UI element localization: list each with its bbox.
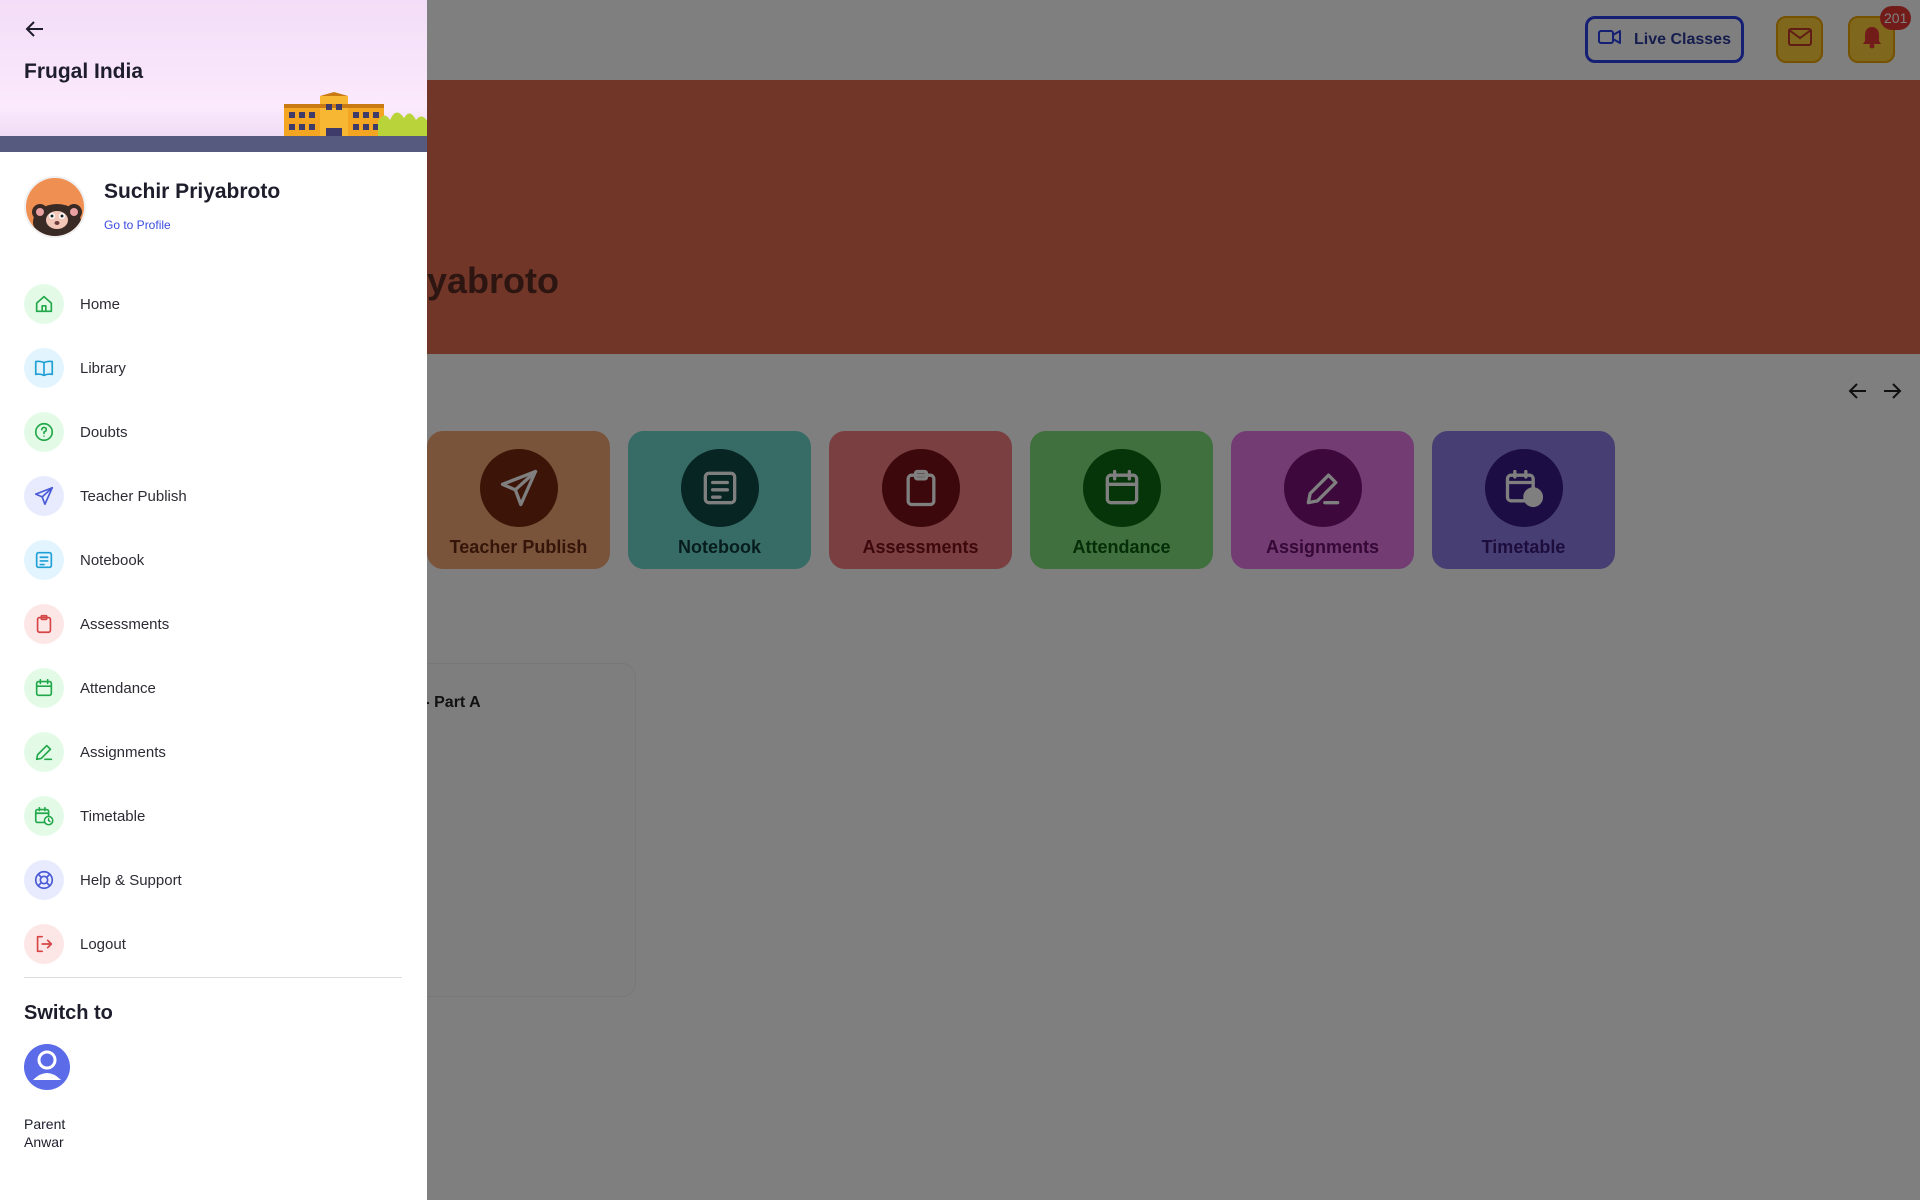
calendar-clock-icon	[24, 796, 64, 836]
go-to-profile-link[interactable]: Go to Profile	[104, 218, 171, 232]
side-drawer: Frugal India Suchir Priyabroto Go to Pro…	[0, 0, 427, 1200]
switch-account-name[interactable]: Anwar	[24, 1134, 64, 1150]
menu-divider	[24, 977, 402, 978]
drawer-menu-item-notebook[interactable]: Notebook	[24, 528, 404, 592]
pencil-icon	[24, 732, 64, 772]
drawer-menu-label: Assessments	[80, 615, 170, 633]
question-circle-icon	[24, 412, 64, 452]
home-icon	[24, 284, 64, 324]
arrow-left-icon	[25, 20, 45, 43]
drawer-menu-label: Doubts	[80, 423, 128, 441]
drawer-menu-label: Notebook	[80, 551, 145, 569]
drawer-menu-item-help-support[interactable]: Help & Support	[24, 848, 404, 912]
switch-to-heading: Switch to	[24, 1002, 113, 1024]
drawer-menu-item-home[interactable]: Home	[24, 272, 404, 336]
switch-account-avatar[interactable]	[24, 1044, 70, 1090]
header-ground	[0, 136, 427, 152]
drawer-menu-item-assessments[interactable]: Assessments	[24, 592, 404, 656]
drawer-menu-item-attendance[interactable]: Attendance	[24, 656, 404, 720]
drawer-menu-item-assignments[interactable]: Assignments	[24, 720, 404, 784]
drawer-menu-label: Home	[80, 295, 121, 313]
drawer-menu-item-teacher-publish[interactable]: Teacher Publish	[24, 464, 404, 528]
drawer-menu-label: Teacher Publish	[80, 487, 187, 505]
note-icon	[24, 540, 64, 580]
logout-icon	[24, 924, 64, 964]
drawer-menu-label: Timetable	[80, 807, 146, 825]
drawer-menu-label: Library	[80, 359, 126, 377]
drawer-menu-label: Help & Support	[80, 871, 182, 889]
drawer-menu-label: Logout	[80, 935, 126, 953]
drawer-menu-item-timetable[interactable]: Timetable	[24, 784, 404, 848]
drawer-header: Frugal India	[0, 0, 427, 152]
drawer-menu-item-doubts[interactable]: Doubts	[24, 400, 404, 464]
lifebuoy-icon	[24, 860, 64, 900]
send-icon	[24, 476, 64, 516]
drawer-menu-item-library[interactable]: Library	[24, 336, 404, 400]
profile-name: Suchir Priyabroto	[104, 180, 281, 203]
back-button[interactable]	[20, 18, 50, 44]
calendar-icon	[24, 668, 64, 708]
drawer-menu: Home Library Doubts Teacher Publish Notebook…	[24, 272, 404, 976]
profile-section: Suchir Priyabroto Go to Profile	[24, 176, 404, 242]
drawer-menu-label: Attendance	[80, 679, 156, 697]
drawer-menu-label: Assignments	[80, 743, 166, 761]
user-icon	[24, 1044, 70, 1090]
switch-account-role[interactable]: Parent	[24, 1116, 65, 1132]
clipboard-icon	[24, 604, 64, 644]
organization-name: Frugal India	[24, 60, 144, 83]
avatar[interactable]	[24, 176, 86, 238]
book-icon	[24, 348, 64, 388]
drawer-menu-item-logout[interactable]: Logout	[24, 912, 404, 976]
